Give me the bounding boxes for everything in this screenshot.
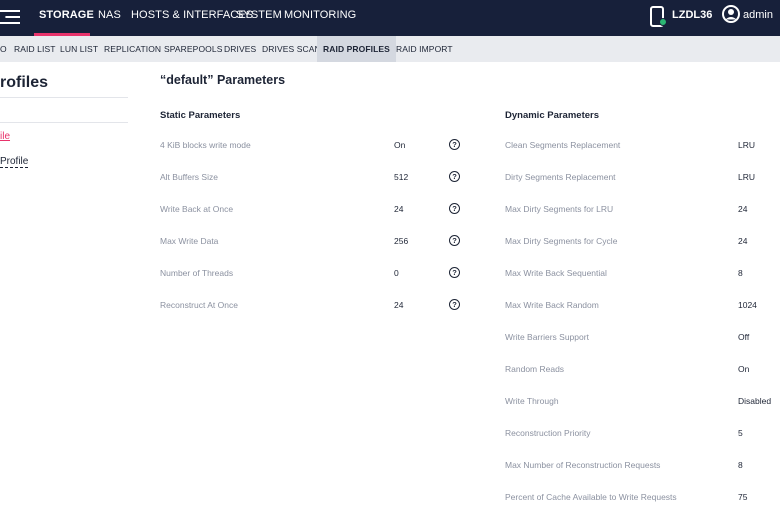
- static-param-value: 24: [394, 300, 404, 310]
- divider: [0, 122, 128, 123]
- dynamic-param-label: Random Reads: [505, 364, 565, 374]
- left-panel-title: rofiles: [0, 74, 49, 91]
- static-parameters-title: Static Parameters: [160, 110, 241, 121]
- subnav-replication[interactable]: REPLICATION: [104, 36, 161, 62]
- static-param-label: 4 KiB blocks write mode: [160, 140, 251, 150]
- dynamic-param-value: 24: [738, 236, 748, 246]
- dynamic-param-value: Off: [738, 332, 750, 342]
- dynamic-param-label: Max Write Back Random: [505, 300, 599, 310]
- dynamic-param-label: Max Dirty Segments for Cycle: [505, 236, 618, 246]
- sub-navigation-bar: O RAID LIST LUN LIST REPLICATION SPAREPO…: [0, 36, 780, 62]
- dynamic-param-value: LRU: [738, 140, 756, 150]
- subnav-drives-scan[interactable]: DRIVES SCAN: [262, 36, 321, 62]
- static-param-label: Alt Buffers Size: [160, 172, 218, 182]
- static-param-label: Write Back at Once: [160, 204, 234, 214]
- topnav-hosts-interfaces[interactable]: HOSTS & INTERFACES: [131, 0, 253, 36]
- static-param-value: On: [394, 140, 406, 150]
- topnav-system[interactable]: SYSTEM: [236, 0, 282, 36]
- device-name[interactable]: LZDL36: [672, 0, 712, 30]
- profile-link[interactable]: Profile: [0, 156, 29, 168]
- dynamic-param-label: Max Write Back Sequential: [505, 268, 607, 278]
- dynamic-param-value: 8: [738, 460, 743, 470]
- dynamic-param-label: Clean Segments Replacement: [505, 140, 621, 150]
- device-status-icon: [659, 18, 667, 26]
- page-title: “default” Parameters: [160, 73, 286, 87]
- dynamic-param-value: On: [738, 364, 750, 374]
- divider: [0, 97, 128, 98]
- static-param-value: 0: [394, 268, 399, 278]
- static-param-value: 24: [394, 204, 404, 214]
- subnav-sparepools[interactable]: SPAREPOOLS: [164, 36, 222, 62]
- user-name[interactable]: admin: [743, 0, 773, 30]
- dynamic-param-value: LRU: [738, 172, 756, 182]
- static-param-label: Reconstruct At Once: [160, 300, 238, 310]
- subnav-raid-import[interactable]: RAID IMPORT: [396, 36, 453, 62]
- static-param-value: 256: [394, 236, 409, 246]
- dynamic-param-label: Reconstruction Priority: [505, 428, 591, 438]
- dynamic-param-label: Percent of Cache Available to Write Requ…: [505, 492, 677, 502]
- help-icon[interactable]: ?: [449, 235, 460, 246]
- help-icon[interactable]: ?: [449, 299, 460, 310]
- help-icon[interactable]: ?: [449, 139, 460, 150]
- static-param-label: Max Write Data: [160, 236, 219, 246]
- topnav-nas[interactable]: NAS: [98, 0, 121, 36]
- subnav-raid-list[interactable]: RAID LIST: [14, 36, 56, 62]
- dynamic-param-label: Max Dirty Segments for LRU: [505, 204, 614, 214]
- topnav-storage[interactable]: STORAGE: [39, 0, 94, 36]
- static-param-value: 512: [394, 172, 409, 182]
- dynamic-param-label: Dirty Segments Replacement: [505, 172, 616, 182]
- dynamic-param-value: 75: [738, 492, 748, 502]
- dynamic-parameters-title: Dynamic Parameters: [505, 110, 599, 121]
- static-param-label: Number of Threads: [160, 268, 234, 278]
- subnav-item-partial[interactable]: O: [0, 36, 7, 62]
- dynamic-param-label: Write Barriers Support: [505, 332, 589, 342]
- topnav-monitoring[interactable]: MONITORING: [284, 0, 356, 36]
- subnav-raid-profiles[interactable]: RAID PROFILES: [317, 36, 396, 62]
- subnav-drives[interactable]: DRIVES: [224, 36, 256, 62]
- dynamic-param-label: Write Through: [505, 396, 559, 406]
- dynamic-param-value: 24: [738, 204, 748, 214]
- user-avatar-icon[interactable]: [722, 5, 740, 23]
- help-icon[interactable]: ?: [449, 171, 460, 182]
- dynamic-param-value: 5: [738, 428, 743, 438]
- help-icon[interactable]: ?: [449, 267, 460, 278]
- dynamic-param-value: 8: [738, 268, 743, 278]
- help-icon[interactable]: ?: [449, 203, 460, 214]
- dynamic-param-label: Max Number of Reconstruction Requests: [505, 460, 661, 470]
- profile-link[interactable]: ile: [0, 131, 10, 142]
- dynamic-param-value: Disabled: [738, 396, 772, 406]
- dynamic-param-value: 1024: [738, 300, 757, 310]
- brand-logo-icon[interactable]: [0, 9, 20, 25]
- subnav-lun-list[interactable]: LUN LIST: [60, 36, 98, 62]
- top-navigation-bar: STORAGE NAS HOSTS & INTERFACES SYSTEM MO…: [0, 0, 780, 36]
